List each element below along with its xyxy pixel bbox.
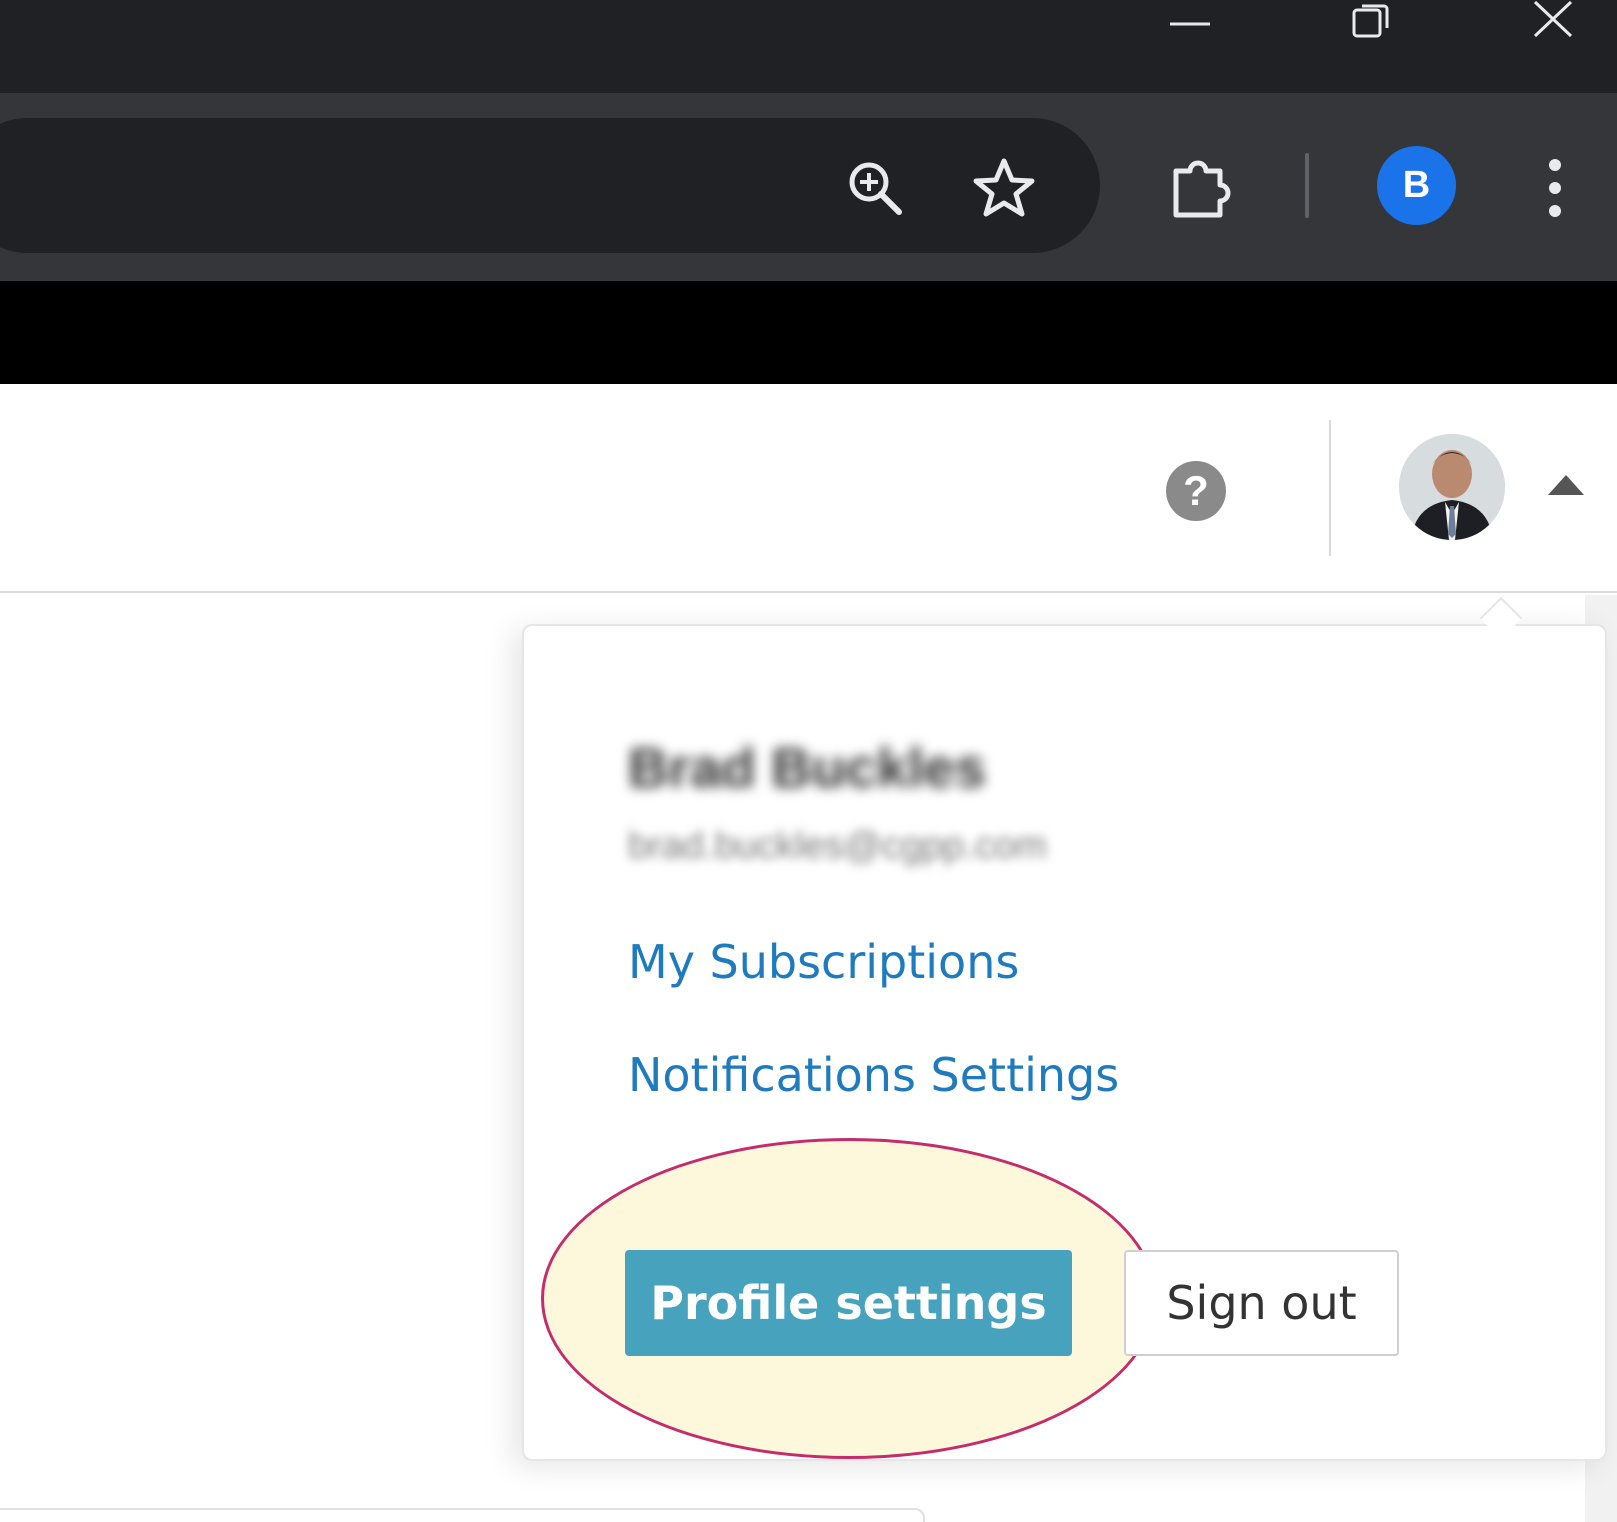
browser-title-bar [0, 0, 1617, 93]
minimize-icon [1170, 22, 1210, 26]
header-divider [1329, 420, 1331, 556]
bookmark-bar-strip [0, 281, 1617, 384]
bookmark-button[interactable] [970, 153, 1038, 223]
minimize-button[interactable] [1130, 0, 1250, 40]
person-photo-icon [1399, 434, 1505, 540]
zoom-button[interactable] [845, 153, 905, 223]
caret-up-icon[interactable] [1548, 475, 1584, 495]
app-header [0, 384, 1617, 593]
restore-icon [1352, 4, 1389, 38]
restore-button[interactable] [1310, 0, 1430, 40]
toolbar-separator [1305, 153, 1309, 218]
browser-toolbar: B [0, 93, 1617, 281]
browser-profile-button[interactable]: B [1377, 146, 1456, 225]
my-subscriptions-link[interactable]: My Subscriptions [628, 935, 1019, 989]
user-email: brad.buckles@cgpp.com [628, 825, 1047, 867]
extensions-icon [1173, 160, 1231, 218]
address-bar[interactable] [0, 118, 1100, 253]
close-icon [1533, 0, 1573, 38]
browser-menu-button[interactable] [1530, 148, 1580, 228]
content-card [0, 1508, 925, 1522]
notifications-settings-link[interactable]: Notifications Settings [628, 1048, 1119, 1102]
zoom-in-icon [849, 162, 902, 215]
star-icon [973, 158, 1035, 217]
sign-out-button[interactable]: Sign out [1124, 1250, 1399, 1356]
user-name: Brad Buckles [628, 736, 986, 799]
extensions-button[interactable] [1168, 148, 1238, 228]
close-window-button[interactable] [1493, 0, 1613, 40]
help-icon[interactable]: ? [1166, 461, 1226, 521]
kebab-menu-icon [1549, 159, 1561, 217]
profile-settings-button[interactable]: Profile settings [625, 1250, 1072, 1356]
user-avatar[interactable] [1399, 434, 1505, 540]
